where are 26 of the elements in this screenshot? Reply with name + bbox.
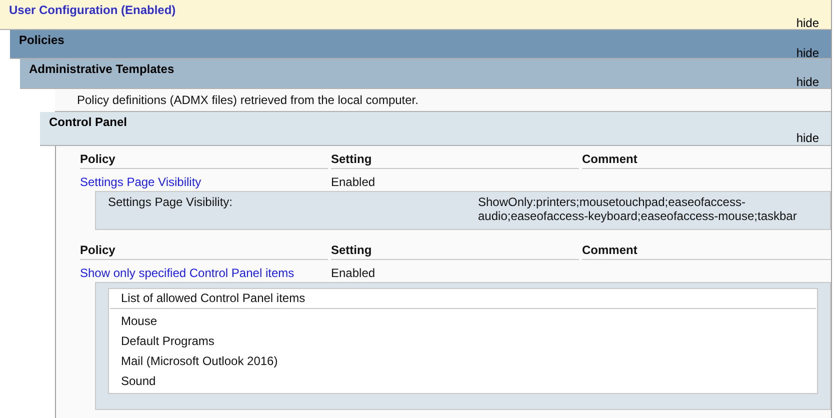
hide-link[interactable]: hide bbox=[796, 17, 819, 30]
column-header: Setting bbox=[331, 242, 579, 260]
hide-link[interactable]: hide bbox=[796, 132, 819, 145]
column-header: Comment bbox=[582, 151, 831, 169]
section-title: Control Panel bbox=[48, 114, 128, 129]
list-heading: List of allowed Control Panel items bbox=[110, 289, 816, 309]
description-text: Policy definitions (ADMX files) retrieved from the local computer. bbox=[77, 92, 420, 107]
column-header: Setting bbox=[331, 151, 579, 169]
column-header: Policy bbox=[80, 242, 328, 260]
section-title: User Configuration (Enabled) bbox=[8, 2, 177, 17]
column-header: Comment bbox=[582, 242, 831, 260]
detail-label: Settings Page Visibility: bbox=[108, 195, 234, 211]
detail-value: ShowOnly:printers;mousetouchpad;easeofaccess-audio;easeofaccess-keyboard;easeofaccess-mouse;taskbar bbox=[478, 195, 798, 223]
policy-link[interactable]: Settings Page Visibility bbox=[80, 175, 328, 189]
policy-link[interactable]: Show only specified Control Panel items bbox=[80, 266, 328, 280]
list-item: Sound bbox=[120, 373, 157, 389]
hide-link[interactable]: hide bbox=[796, 76, 819, 89]
hide-link[interactable]: hide bbox=[796, 47, 819, 60]
list-item: Default Programs bbox=[120, 333, 216, 349]
setting-cell-text: Enabled bbox=[331, 266, 376, 280]
setting-cell-text: Enabled bbox=[331, 175, 376, 189]
section-title: Policies bbox=[18, 32, 66, 47]
list-item: Mouse bbox=[120, 313, 158, 329]
column-header: Policy bbox=[80, 151, 328, 169]
list-item: Mail (Microsoft Outlook 2016) bbox=[120, 353, 279, 369]
section-title: Administrative Templates bbox=[28, 61, 176, 76]
